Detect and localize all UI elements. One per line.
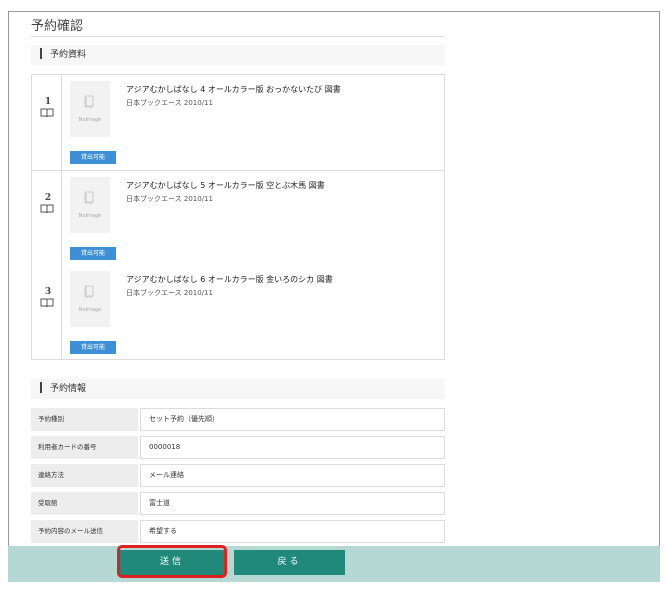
no-image-label: NoImage bbox=[78, 213, 102, 219]
action-footer: 送信 戻る bbox=[8, 546, 660, 582]
form-value: セット予約（優先順） bbox=[140, 408, 445, 431]
no-image-label: NoImage bbox=[78, 307, 102, 313]
book-thumbnail[interactable]: NoImage bbox=[70, 271, 110, 327]
section-bar bbox=[40, 48, 42, 59]
item-number: 2 bbox=[44, 193, 52, 203]
book-thumbnail[interactable]: NoImage bbox=[70, 177, 110, 233]
status-badge: 貸出可能 bbox=[70, 247, 116, 260]
item-number: 3 bbox=[44, 287, 52, 297]
book-open-icon bbox=[40, 204, 54, 214]
item-publisher: 日本ブックエース 2010/11 bbox=[126, 195, 213, 203]
form-label: 受取館 bbox=[31, 492, 138, 515]
form-value: 0000018 bbox=[140, 436, 445, 459]
book-thumbnail[interactable]: NoImage bbox=[70, 81, 110, 137]
form-label: 予約種別 bbox=[31, 408, 138, 431]
book-placeholder-icon bbox=[84, 95, 94, 108]
no-image-label: NoImage bbox=[78, 117, 102, 123]
status-badge: 貸出可能 bbox=[70, 341, 116, 354]
item-number: 1 bbox=[44, 97, 52, 107]
form-row-card-number: 利用者カードの番号 0000018 bbox=[31, 436, 445, 459]
form-row-email-notify: 予約内容のメール送信 希望する bbox=[31, 520, 445, 543]
book-placeholder-icon bbox=[84, 285, 94, 298]
item-title[interactable]: アジアむかしばなし 6 オールカラー版 金いろのシカ 図書 bbox=[126, 274, 333, 285]
item-title[interactable]: アジアむかしばなし 4 オールカラー版 おっかないたび 図書 bbox=[126, 84, 341, 95]
section-header-materials: 予約資料 bbox=[31, 45, 445, 65]
title-divider bbox=[31, 36, 444, 37]
section-bar bbox=[40, 382, 42, 393]
item-title[interactable]: アジアむかしばなし 5 オールカラー版 空とぶ木馬 図書 bbox=[126, 180, 325, 191]
content-frame: 予約確認 予約資料 1 NoImage アジアむかしばなし 4 オールカラー版 … bbox=[8, 11, 660, 582]
back-button[interactable]: 戻る bbox=[234, 550, 345, 575]
list-item: 1 NoImage アジアむかしばなし 4 オールカラー版 おっかないたび 図書… bbox=[32, 75, 444, 171]
book-open-icon bbox=[40, 298, 54, 308]
form-row-reservation-type: 予約種別 セット予約（優先順） bbox=[31, 408, 445, 431]
form-label: 予約内容のメール送信 bbox=[31, 520, 138, 543]
send-button-highlight bbox=[117, 545, 227, 578]
list-item: 3 NoImage アジアむかしばなし 6 オールカラー版 金いろのシカ 図書 … bbox=[32, 265, 444, 359]
form-label: 利用者カードの番号 bbox=[31, 436, 138, 459]
form-row-contact-method: 連絡方法 メール連絡 bbox=[31, 464, 445, 487]
item-publisher: 日本ブックエース 2010/11 bbox=[126, 99, 213, 107]
book-placeholder-icon bbox=[84, 191, 94, 204]
reserved-items-list: 1 NoImage アジアむかしばなし 4 オールカラー版 おっかないたび 図書… bbox=[31, 74, 445, 360]
section-title-materials: 予約資料 bbox=[50, 50, 87, 60]
status-badge: 貸出可能 bbox=[70, 151, 116, 164]
form-row-pickup-library: 受取館 富士道 bbox=[31, 492, 445, 515]
section-title-info: 予約情報 bbox=[50, 384, 87, 394]
form-label: 連絡方法 bbox=[31, 464, 138, 487]
form-value: 富士道 bbox=[140, 492, 445, 515]
page-title: 予約確認 bbox=[31, 19, 84, 34]
form-value: メール連絡 bbox=[140, 464, 445, 487]
list-item: 2 NoImage アジアむかしばなし 5 オールカラー版 空とぶ木馬 図書 日… bbox=[32, 171, 444, 265]
section-header-info: 予約情報 bbox=[31, 379, 445, 399]
item-publisher: 日本ブックエース 2010/11 bbox=[126, 289, 213, 297]
form-value: 希望する bbox=[140, 520, 445, 543]
book-open-icon bbox=[40, 108, 54, 118]
